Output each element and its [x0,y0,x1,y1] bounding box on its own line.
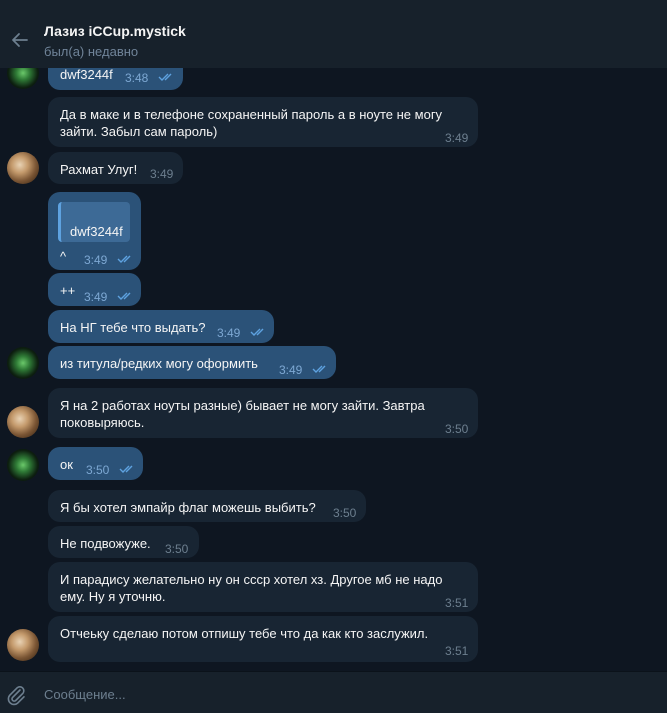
message-time: 3:50 [165,542,189,556]
message-text: И парадису желательно ну он ссср хотел х… [60,572,443,604]
chat-status: был(а) недавно [44,44,139,59]
message-text: Рахмат Улуг! [60,162,138,177]
message-text: из титула/редких могу оформить [60,356,258,371]
message-text: Я бы хотел эмпайр флаг можешь выбить? [60,500,316,515]
message-time: 3:50 [333,506,357,520]
double-check-icon [250,328,264,336]
avatar[interactable] [7,406,39,438]
double-check-icon [117,255,131,263]
message-time: 3:49 [445,131,469,145]
message-list[interactable]: dwf3244f 3:48 Да в маке и в телефоне сох… [0,0,667,671]
message-bubble[interactable]: Я на 2 работах ноуты разные) бывает не м… [48,388,478,438]
back-button[interactable] [6,26,34,54]
message-bubble[interactable]: ++ 3:49 [48,273,141,306]
message-composer [0,671,667,713]
message-text: Отчеьку сделаю потом отпишу тебе что да … [60,626,429,641]
message-time: 3:49 [279,363,303,377]
message-bubble[interactable]: dwf3244f ^ 3:49 [48,192,141,270]
message-bubble[interactable]: Я бы хотел эмпайр флаг можешь выбить? 3:… [48,490,366,522]
message-bubble[interactable]: Рахмат Улуг! 3:49 [48,152,183,184]
message-text: ++ [60,283,76,298]
message-time: 3:51 [445,596,469,610]
arrow-left-icon [12,33,28,47]
message-time: 3:49 [217,326,241,340]
message-bubble[interactable]: И парадису желательно ну он ссср хотел х… [48,562,478,612]
message-bubble[interactable]: Не подвожуже. 3:50 [48,526,199,558]
message-text: Я на 2 работах ноуты разные) бывает не м… [60,398,425,430]
message-text: ^ [60,249,67,264]
message-bubble[interactable]: из титула/редких могу оформить 3:49 [48,346,336,379]
message-text: На НГ тебе что выдать? [60,320,206,335]
chat-title[interactable]: Лазиз iCCup.mystick [44,23,186,39]
avatar[interactable] [7,347,39,379]
double-check-icon [119,465,133,473]
chat-header: Лазиз iCCup.mystick был(а) недавно [0,0,667,68]
message-time: 3:50 [445,422,469,436]
reply-preview[interactable]: dwf3244f [58,202,130,242]
message-text: dwf3244f [60,67,113,82]
avatar[interactable] [7,449,39,481]
message-time: 3:51 [445,644,469,658]
paperclip-icon [7,686,25,706]
message-time: 3:49 [84,253,108,267]
avatar[interactable] [7,152,39,184]
message-text: Не подвожуже. [60,536,151,551]
message-time: 3:49 [84,290,108,304]
double-check-icon [158,73,172,81]
message-bubble[interactable]: На НГ тебе что выдать? 3:49 [48,310,274,343]
avatar[interactable] [7,629,39,661]
message-text: Да в маке и в телефоне сохраненный парол… [60,107,443,139]
message-time: 3:48 [125,71,149,85]
message-bubble[interactable]: ок 3:50 [48,447,143,480]
message-text: ок [60,457,73,472]
reply-text: dwf3244f [70,224,123,239]
double-check-icon [117,292,131,300]
message-bubble[interactable]: Отчеьку сделаю потом отпишу тебе что да … [48,616,478,662]
message-input[interactable] [44,684,644,704]
message-bubble[interactable]: Да в маке и в телефоне сохраненный парол… [48,97,478,147]
message-time: 3:50 [86,463,110,477]
message-time: 3:49 [150,167,174,181]
double-check-icon [312,365,326,373]
attach-button[interactable] [5,684,27,706]
